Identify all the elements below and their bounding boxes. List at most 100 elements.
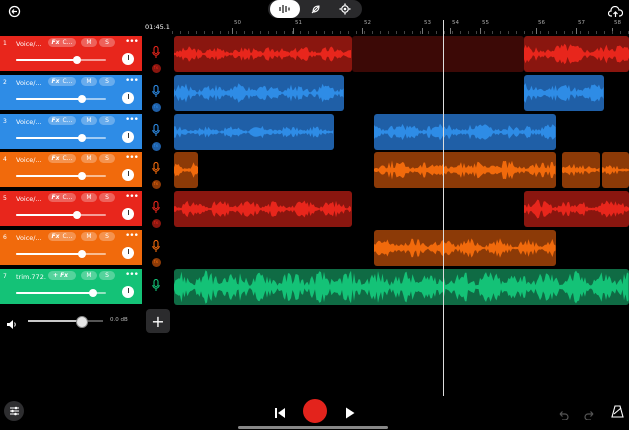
mute-button[interactable]: M	[81, 115, 97, 125]
mute-button[interactable]: M	[81, 232, 97, 241]
track-name[interactable]: Voice/...	[16, 79, 46, 87]
audio-clip[interactable]	[174, 74, 344, 111]
track-lane-1[interactable]	[172, 35, 629, 73]
microphone-icon[interactable]	[152, 277, 160, 296]
mute-button[interactable]: M	[81, 270, 97, 280]
skip-back-icon[interactable]	[274, 404, 286, 423]
audio-clip[interactable]	[602, 152, 629, 189]
track-volume-slider[interactable]	[16, 250, 106, 258]
solo-button[interactable]: S	[99, 76, 115, 86]
track-header-1[interactable]: 1 Voice/... Fx C... M S •••	[0, 36, 142, 71]
solo-button[interactable]: S	[99, 115, 115, 125]
pan-dial[interactable]	[122, 169, 134, 182]
fx-badge-icon[interactable]: fx	[151, 141, 161, 151]
add-track-button[interactable]: +	[146, 309, 170, 333]
track-lane-7[interactable]	[172, 267, 629, 306]
audio-clip[interactable]	[352, 36, 524, 72]
solo-button[interactable]: S	[99, 193, 115, 203]
more-options-icon[interactable]: •••	[125, 192, 139, 202]
solo-button[interactable]: S	[99, 38, 115, 47]
audio-clip[interactable]	[374, 152, 556, 189]
solo-button[interactable]: S	[99, 154, 115, 164]
pan-dial[interactable]	[122, 285, 134, 298]
feather-icon[interactable]	[300, 0, 330, 18]
track-header-2[interactable]: 2 Voice/... Fx C... M S •••	[0, 74, 142, 110]
track-header-3[interactable]: 3 Voice/... Fx C... M S •••	[0, 113, 142, 149]
track-name[interactable]: trim.772...	[16, 273, 46, 281]
fx-button[interactable]: Fx C...	[48, 154, 76, 164]
audio-clip[interactable]	[524, 191, 629, 228]
more-options-icon[interactable]: •••	[125, 231, 139, 241]
track-volume-slider[interactable]	[16, 56, 106, 64]
waveform-icon[interactable]	[270, 0, 300, 18]
undo-icon[interactable]	[557, 405, 569, 424]
audio-clip[interactable]	[174, 191, 352, 228]
track-volume-slider[interactable]	[16, 133, 106, 142]
fx-button[interactable]: Fx C...	[48, 232, 76, 241]
fx-badge-icon[interactable]: fx	[151, 180, 161, 190]
solo-button[interactable]: S	[99, 270, 115, 280]
redo-icon[interactable]	[584, 405, 596, 424]
more-options-icon[interactable]: •••	[125, 37, 139, 47]
more-options-icon[interactable]: •••	[125, 115, 139, 125]
track-lane-4[interactable]	[172, 151, 629, 190]
timeline-ruler[interactable]: 50 51 52 53 54 55 56 57 58	[172, 20, 629, 34]
track-volume-slider[interactable]	[16, 211, 106, 220]
microphone-icon[interactable]	[152, 44, 160, 63]
fx-badge-icon[interactable]: fx	[151, 102, 161, 112]
record-icon[interactable]	[303, 399, 327, 423]
fx-button[interactable]: Fx C...	[48, 115, 76, 125]
track-lane-3[interactable]	[172, 112, 629, 151]
microphone-icon[interactable]	[152, 83, 160, 102]
mute-button[interactable]: M	[81, 76, 97, 86]
pan-dial[interactable]	[122, 130, 134, 143]
audio-clip[interactable]	[374, 230, 556, 266]
fx-button[interactable]: Fx C...	[48, 38, 76, 47]
more-options-icon[interactable]: •••	[125, 153, 139, 163]
undo-arrow-icon[interactable]	[8, 3, 21, 22]
solo-button[interactable]: S	[99, 232, 115, 241]
track-name[interactable]: Voice/...	[16, 234, 46, 242]
track-name[interactable]: Voice/...	[16, 40, 46, 48]
audio-clip[interactable]	[174, 152, 198, 189]
microphone-icon[interactable]	[152, 199, 160, 218]
microphone-icon[interactable]	[152, 160, 160, 179]
mute-button[interactable]: M	[81, 193, 97, 203]
mute-button[interactable]: M	[81, 38, 97, 47]
audio-clip[interactable]	[174, 36, 352, 72]
track-volume-slider[interactable]	[16, 288, 106, 297]
track-header-5[interactable]: 5 Voice/... Fx C... M S •••	[0, 191, 142, 227]
track-volume-slider[interactable]	[16, 94, 106, 103]
master-volume-slider[interactable]	[28, 316, 103, 328]
fx-button[interactable]: Fx C...	[48, 76, 76, 86]
fx-button[interactable]: + Fx	[48, 270, 76, 280]
pan-dial[interactable]	[122, 91, 134, 104]
sliders-icon[interactable]	[4, 401, 24, 421]
pan-dial[interactable]	[122, 208, 134, 221]
playhead[interactable]	[442, 20, 444, 396]
fx-badge-icon[interactable]: fx	[151, 219, 161, 229]
audio-clip[interactable]	[524, 74, 604, 111]
gear-icon[interactable]	[330, 0, 360, 18]
audio-clip[interactable]	[524, 36, 629, 72]
track-name[interactable]: Voice/...	[16, 118, 46, 126]
track-header-6[interactable]: 6 Voice/... Fx C... M S •••	[0, 230, 142, 265]
fx-badge-icon[interactable]: fx	[151, 64, 161, 73]
more-options-icon[interactable]: •••	[125, 76, 139, 86]
audio-clip[interactable]	[174, 268, 629, 305]
metronome-icon[interactable]	[611, 403, 624, 422]
track-lane-5[interactable]	[172, 190, 629, 229]
fx-button[interactable]: Fx C...	[48, 193, 76, 203]
track-name[interactable]: Voice/...	[16, 195, 46, 203]
track-header-4[interactable]: 4 Voice/... Fx C... M S •••	[0, 152, 142, 188]
fx-badge-icon[interactable]: fx	[151, 258, 161, 267]
mute-button[interactable]: M	[81, 154, 97, 164]
audio-clip[interactable]	[174, 113, 334, 150]
track-volume-slider[interactable]	[16, 172, 106, 181]
play-icon[interactable]	[345, 404, 355, 423]
track-lane-6[interactable]	[172, 229, 629, 267]
audio-clip[interactable]	[374, 113, 556, 150]
pan-dial[interactable]	[122, 53, 134, 65]
track-header-7[interactable]: 7 trim.772... + Fx M S •••	[0, 268, 142, 304]
audio-clip[interactable]	[562, 152, 600, 189]
